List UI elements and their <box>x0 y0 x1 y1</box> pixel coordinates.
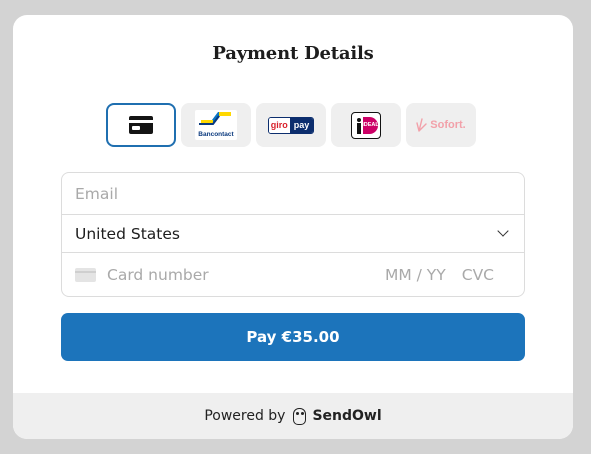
country-value: United States <box>75 224 180 243</box>
method-giropay-button[interactable]: giro pay <box>256 103 326 147</box>
method-card-button[interactable] <box>106 103 176 147</box>
ideal-label: iDEAL <box>362 116 379 134</box>
page-title: Payment Details <box>212 43 374 64</box>
giropay-label-a: giro <box>268 117 290 133</box>
country-select[interactable]: United States <box>62 215 524 253</box>
sofort-logo-icon: Sofort. <box>416 118 466 132</box>
payment-method-list: Bancontact giro pay iDEAL Sofort. <box>106 103 476 147</box>
powered-by-text: Powered by <box>204 408 286 424</box>
card-number-field[interactable]: Card number MM / YY CVC <box>62 253 524 296</box>
giropay-logo-icon: giro pay <box>267 116 315 134</box>
credit-card-icon <box>129 116 153 134</box>
bancontact-logo-icon: Bancontact <box>195 110 237 140</box>
cvc-field[interactable]: CVC <box>462 266 494 284</box>
payment-card: Payment Details Bancontact giro pay iDEA… <box>13 15 573 439</box>
owl-logo-icon <box>293 407 307 425</box>
method-sofort-button[interactable]: Sofort. <box>406 103 476 147</box>
chevron-down-icon <box>497 225 509 237</box>
bancontact-label: Bancontact <box>198 131 234 138</box>
method-ideal-button[interactable]: iDEAL <box>331 103 401 147</box>
email-placeholder: Email <box>75 184 119 203</box>
card-number-placeholder: Card number <box>107 265 209 284</box>
card-brand-icon <box>75 267 96 282</box>
sofort-label: Sofort. <box>430 119 466 131</box>
pay-button[interactable]: Pay €35.00 <box>61 313 525 361</box>
sendowl-brand[interactable]: SendOwl <box>312 408 381 424</box>
ideal-logo-icon: iDEAL <box>351 111 381 139</box>
email-field[interactable]: Email <box>62 173 524 215</box>
giropay-label-b: pay <box>289 117 314 133</box>
footer: Powered by SendOwl <box>13 393 573 439</box>
payment-form: Email United States Card number MM / YY … <box>61 172 525 297</box>
expiry-field[interactable]: MM / YY <box>385 266 446 284</box>
method-bancontact-button[interactable]: Bancontact <box>181 103 251 147</box>
